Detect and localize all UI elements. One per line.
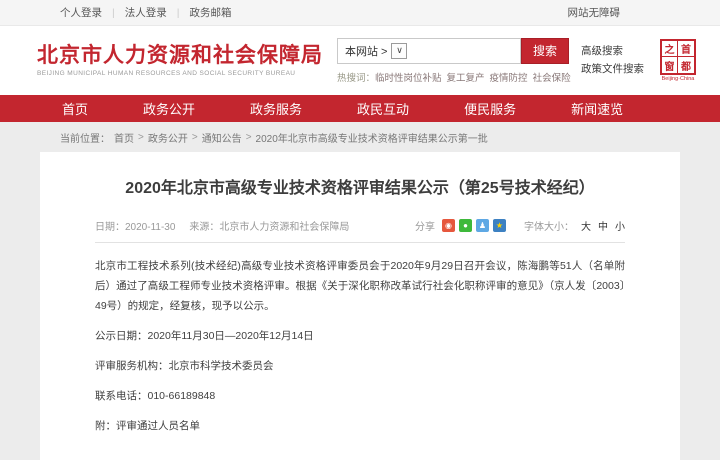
hot-word-link[interactable]: 社会保险 [533,73,571,84]
breadcrumb-current: 2020年北京市高级专业技术资格评审结果公示第一批 [255,134,488,145]
seal-icon: 之 首 窗 都 [660,39,696,75]
article-body: 北京市工程技术系列(技术经纪)高级专业技术资格评审委员会于2020年9月29日召… [95,257,625,460]
font-size-small-button[interactable]: 小 [615,218,625,233]
attachment-note: 附：评审通过人员名单 [95,419,200,432]
article-date: 日期：2020-11-30 [95,222,176,233]
qzone-share-icon[interactable]: ★ [493,219,506,232]
search-button[interactable]: 搜索 [521,37,569,64]
nav-item-interaction[interactable]: 政民互动 [357,99,409,118]
seal-char: 首 [678,41,694,57]
wechat-share-icon[interactable]: ● [459,219,472,232]
article-paragraph: 北京市工程技术系列(技术经纪)高级专业技术资格评审委员会于2020年9月29日召… [95,260,625,312]
breadcrumb-label: 当前位置： [60,134,110,145]
topbar-separator: | [112,6,115,19]
article-paragraph: 公示日期：2020年11月30日—2020年12月14日 [95,329,314,342]
nav-item-convenience[interactable]: 便民服务 [464,99,516,118]
hot-search-words: 热搜词：临时性岗位补贴 复工复产 疫情防控 社会保险 [337,70,571,84]
advanced-search-link[interactable]: 高级搜索 [581,43,644,61]
font-size-label: 字体大小： [524,222,574,233]
weibo-share-icon[interactable]: ◉ [442,219,455,232]
topbar-separator: | [176,6,180,19]
corporate-login-link[interactable]: 法人登录 [125,5,167,20]
seal-caption: Beijing·China [661,76,695,82]
breadcrumb: 当前位置： 首页 > 政务公开 > 通知公告 > 2020年北京市高级专业技术资… [0,122,720,152]
seal-char: 之 [662,41,678,57]
page-background: 当前位置： 首页 > 政务公开 > 通知公告 > 2020年北京市高级专业技术资… [0,122,720,460]
hot-word-link[interactable]: 临时性岗位补贴 [375,73,442,84]
search-scope-label: 本网站 > [345,45,388,58]
site-header: 北京市人力资源和社会保障局 BEIJING MUNICIPAL HUMAN RE… [0,26,720,95]
qq-share-icon[interactable]: ♟ [476,219,489,232]
nav-item-news[interactable]: 新闻速览 [571,99,623,118]
article-title: 2020年北京市高级专业技术资格评审结果公示（第25号技术经纪） [125,180,595,197]
breadcrumb-home[interactable]: 首页 [114,130,134,145]
main-nav: 首页 政务公开 政务服务 政民互动 便民服务 新闻速览 [0,95,720,122]
share-label: 分享 [415,222,435,233]
article-meta-row: 日期：2020-11-30 来源：北京市人力资源和社会保障局 分享 ◉ ● ♟ … [95,218,625,243]
top-utility-bar: 个人登录 | 法人登录 | 政务邮箱 网站无障碍 [0,0,720,26]
search-quick-links: 高级搜索 政策文件搜索 [581,43,644,79]
hot-word-link[interactable]: 疫情防控 [490,73,528,84]
font-size-large-button[interactable]: 大 [581,218,591,233]
hot-words-label: 热搜词： [337,72,376,84]
seal-char: 窗 [662,57,678,73]
article-card: 2020年北京市高级专业技术资格评审结果公示（第25号技术经纪） 日期：2020… [40,152,680,460]
nav-item-gov-info[interactable]: 政务公开 [143,99,195,118]
nav-item-home[interactable]: 首页 [62,99,88,118]
accessibility-link[interactable]: 网站无障碍 [568,5,621,20]
site-title-english: BEIJING MUNICIPAL HUMAN RESOURCES AND SO… [37,69,296,77]
personal-login-link[interactable]: 个人登录 [60,5,102,20]
gov-mailbox-link[interactable]: 政务邮箱 [189,5,231,20]
site-title: 北京市人力资源和社会保障局 [37,43,323,67]
breadcrumb-notices[interactable]: 通知公告 [202,130,242,145]
article-paragraph: 联系电话：010-66189848 [95,389,216,402]
nav-item-gov-services[interactable]: 政务服务 [250,99,302,118]
hot-word-link[interactable]: 复工复产 [447,73,485,84]
font-size-medium-button[interactable]: 中 [598,218,608,233]
search-scope-dropdown[interactable]: ∨ [391,42,408,59]
search-input[interactable]: 本网站 > ∨ [337,37,521,64]
policy-doc-search-link[interactable]: 政策文件搜索 [581,61,644,79]
breadcrumb-separator: > [245,132,252,143]
site-logo[interactable]: 北京市人力资源和社会保障局 BEIJING MUNICIPAL HUMAN RE… [37,44,323,77]
chevron-down-icon: ∨ [396,45,403,55]
capital-window-logo[interactable]: 之 首 窗 都 Beijing·China [660,39,696,82]
breadcrumb-gov-info[interactable]: 政务公开 [148,130,188,145]
breadcrumb-separator: > [191,132,198,143]
seal-char: 都 [681,61,691,73]
article-source: 来源：北京市人力资源和社会保障局 [189,222,350,233]
article-paragraph: 评审服务机构：北京市科学技术委员会 [95,359,274,372]
breadcrumb-separator: > [138,132,144,143]
search-block: 本网站 > ∨ 搜索 热搜词：临时性岗位补贴 复工复产 疫情防控 社会保险 [337,37,571,84]
